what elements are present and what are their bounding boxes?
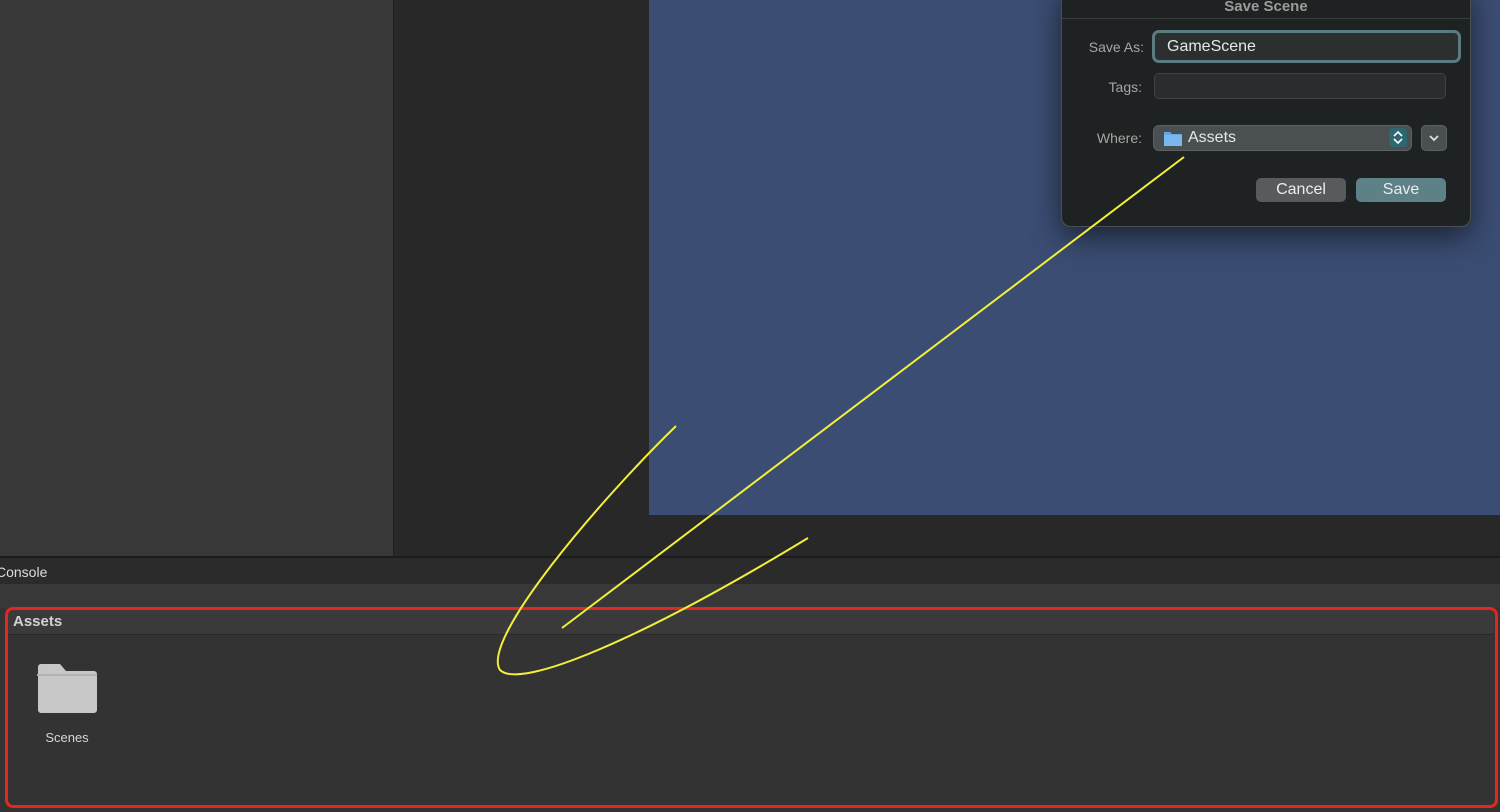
expand-button[interactable] <box>1421 125 1447 151</box>
inspector-gap-panel <box>394 0 648 556</box>
where-label: Where: <box>1096 130 1142 146</box>
left-edge-glyph: ⋮ <box>0 632 4 646</box>
folder-label: Scenes <box>45 730 89 745</box>
assets-breadcrumb: Assets <box>6 609 1494 635</box>
folder-icon <box>37 664 97 713</box>
cancel-button[interactable]: Cancel <box>1256 178 1346 202</box>
project-toolbar <box>0 584 1500 608</box>
dialog-title: Save Scene <box>1224 0 1308 15</box>
chevron-down-icon <box>1429 135 1439 142</box>
console-tab-bar: Console <box>0 558 1500 584</box>
save-as-input[interactable] <box>1152 30 1461 63</box>
hierarchy-panel <box>0 0 394 556</box>
tags-label: Tags: <box>1108 79 1142 95</box>
chevron-updown-icon <box>1389 128 1407 147</box>
where-select[interactable]: Assets <box>1153 125 1412 151</box>
tab-console[interactable]: Console <box>0 564 47 580</box>
scene-view-footer <box>649 515 1500 556</box>
where-value: Assets <box>1188 129 1237 146</box>
folder-scenes[interactable]: Scenes <box>30 660 104 750</box>
dialog-titlebar[interactable]: Save Scene <box>1062 0 1470 19</box>
tags-input[interactable] <box>1154 73 1446 99</box>
assets-title[interactable]: Assets <box>13 613 62 630</box>
save-scene-dialog: Save Scene Save As: Tags: Where: Assets … <box>1061 0 1471 227</box>
save-as-label: Save As: <box>1088 39 1144 55</box>
save-button[interactable]: Save <box>1356 178 1446 202</box>
folder-icon <box>1164 132 1182 146</box>
project-browser[interactable] <box>0 608 1500 812</box>
